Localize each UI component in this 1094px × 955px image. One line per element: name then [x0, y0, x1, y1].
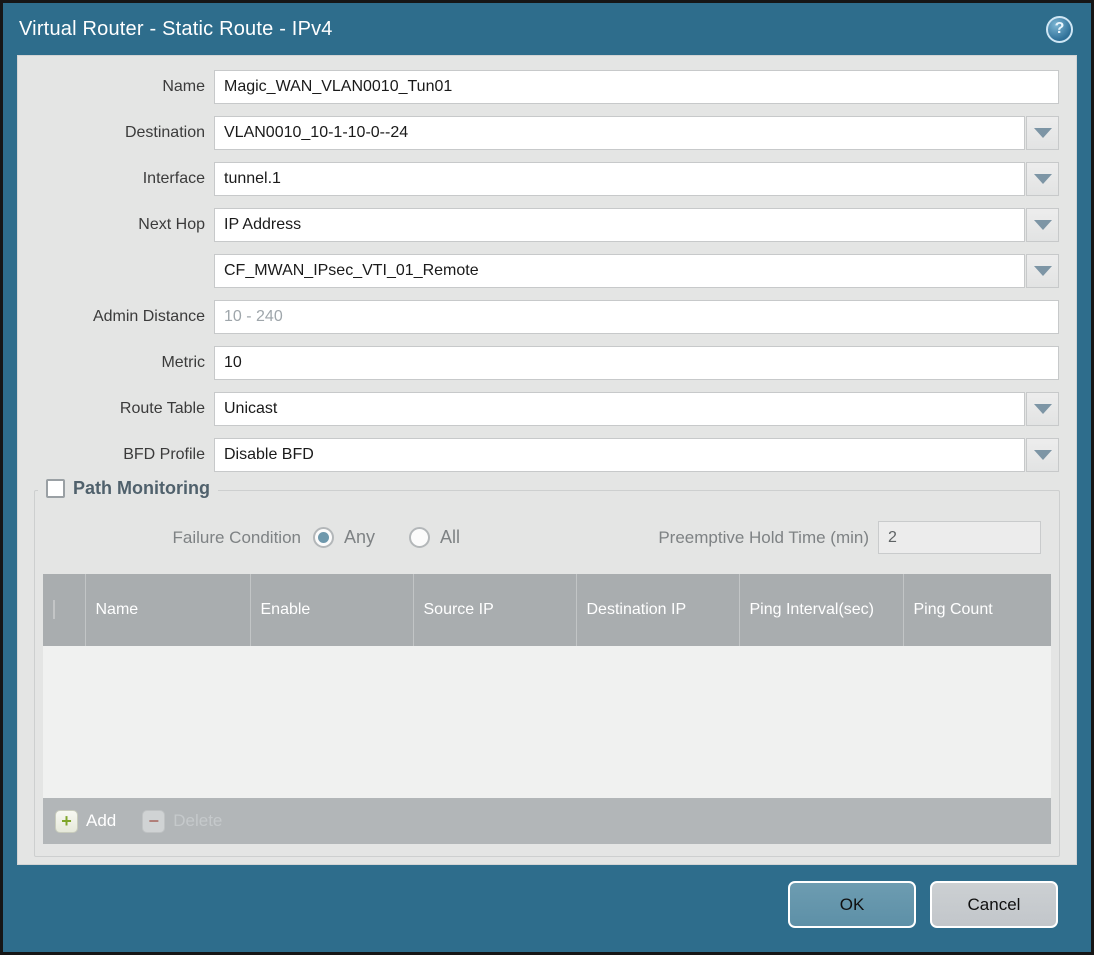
next-hop-address-row	[18, 254, 1059, 288]
chevron-down-icon	[1033, 220, 1052, 230]
interface-input[interactable]	[214, 162, 1025, 196]
bfd-profile-dropdown-button[interactable]	[1026, 438, 1059, 472]
column-header-ping-interval[interactable]: Ping Interval(sec)	[739, 574, 904, 646]
preemptive-hold-time-group: Preemptive Hold Time (min)	[658, 521, 1041, 554]
next-hop-row: Next Hop	[18, 208, 1059, 242]
route-table-row: Route Table	[18, 392, 1059, 426]
dialog-title: Virtual Router - Static Route - IPv4	[19, 17, 333, 40]
next-hop-address-dropdown-button[interactable]	[1026, 254, 1059, 288]
next-hop-label: Next Hop	[138, 216, 205, 233]
admin-distance-row: Admin Distance	[18, 300, 1059, 334]
path-monitoring-legend: Path Monitoring	[38, 478, 218, 499]
table-header-row: Name Enable Source IP Destination IP Pin…	[43, 574, 1051, 646]
bfd-profile-label: BFD Profile	[123, 446, 205, 463]
admin-distance-input[interactable]	[214, 300, 1059, 334]
chevron-down-icon	[1033, 450, 1052, 460]
admin-distance-label: Admin Distance	[92, 308, 205, 325]
select-all-checkbox[interactable]	[53, 600, 55, 619]
next-hop-type-input[interactable]	[214, 208, 1025, 242]
name-input[interactable]	[214, 70, 1059, 104]
failure-condition-radio-group: Any All	[313, 527, 460, 548]
ok-button[interactable]: OK	[788, 881, 916, 928]
name-label: Name	[162, 78, 205, 95]
radio-unselected-icon	[409, 527, 431, 548]
radio-selected-icon	[313, 527, 334, 548]
destination-input[interactable]	[214, 116, 1025, 150]
next-hop-type-dropdown-button[interactable]	[1026, 208, 1059, 242]
path-monitoring-title: Path Monitoring	[73, 478, 210, 498]
preemptive-hold-time-input[interactable]	[878, 521, 1041, 554]
help-icon[interactable]: ?	[1046, 15, 1073, 43]
column-header-ping-count[interactable]: Ping Count	[903, 574, 1051, 646]
dialog-titlebar: Virtual Router - Static Route - IPv4 ?	[3, 3, 1091, 55]
column-header-name[interactable]: Name	[85, 574, 251, 646]
route-table-label: Route Table	[119, 400, 205, 417]
path-monitoring-section: Path Monitoring Failure Condition Any Al…	[34, 478, 1060, 857]
interface-dropdown-button[interactable]	[1026, 162, 1059, 196]
add-button[interactable]: + Add	[55, 809, 117, 833]
chevron-down-icon	[1033, 128, 1052, 138]
interface-row: Interface	[18, 162, 1059, 196]
delete-button-label: Delete	[173, 811, 223, 830]
failure-condition-any-label: Any	[344, 527, 376, 547]
dialog-content: Name Destination Interface	[17, 55, 1077, 865]
chevron-down-icon	[1033, 174, 1052, 184]
metric-row: Metric	[18, 346, 1059, 380]
interface-label: Interface	[142, 170, 205, 187]
chevron-down-icon	[1033, 404, 1052, 414]
failure-condition-any-radio[interactable]: Any	[313, 527, 375, 548]
delete-button[interactable]: − Delete	[142, 809, 223, 833]
path-monitoring-table: Name Enable Source IP Destination IP Pin…	[43, 574, 1051, 646]
column-header-enable[interactable]: Enable	[250, 574, 414, 646]
route-table-dropdown-button[interactable]	[1026, 392, 1059, 426]
add-button-label: Add	[86, 811, 117, 830]
path-monitoring-checkbox[interactable]	[46, 479, 65, 498]
column-header-destination-ip[interactable]: Destination IP	[576, 574, 740, 646]
cancel-button[interactable]: Cancel	[930, 881, 1058, 928]
failure-condition-row: Failure Condition Any All Preemptive Hol…	[43, 521, 1041, 554]
failure-condition-label: Failure Condition	[172, 527, 301, 547]
destination-row: Destination	[18, 116, 1059, 150]
route-table-input[interactable]	[214, 392, 1025, 426]
preemptive-hold-time-label: Preemptive Hold Time (min)	[658, 527, 869, 547]
table-action-bar: + Add − Delete	[43, 798, 1051, 844]
destination-dropdown-button[interactable]	[1026, 116, 1059, 150]
table-empty-body	[43, 646, 1051, 798]
metric-input[interactable]	[214, 346, 1059, 380]
static-route-dialog: Virtual Router - Static Route - IPv4 ? N…	[0, 0, 1094, 955]
bfd-profile-input[interactable]	[214, 438, 1025, 472]
destination-label: Destination	[124, 124, 205, 141]
bfd-profile-row: BFD Profile	[18, 438, 1059, 472]
name-row: Name	[18, 70, 1059, 104]
select-all-header-cell	[43, 574, 86, 646]
dialog-button-bar: OK Cancel	[3, 865, 1091, 952]
failure-condition-all-label: All	[440, 527, 461, 547]
metric-label: Metric	[161, 354, 205, 371]
chevron-down-icon	[1033, 266, 1052, 276]
next-hop-address-input[interactable]	[214, 254, 1025, 288]
column-header-source-ip[interactable]: Source IP	[413, 574, 577, 646]
minus-icon: −	[142, 809, 166, 833]
plus-icon: +	[55, 809, 78, 833]
failure-condition-all-radio[interactable]: All	[409, 527, 460, 548]
